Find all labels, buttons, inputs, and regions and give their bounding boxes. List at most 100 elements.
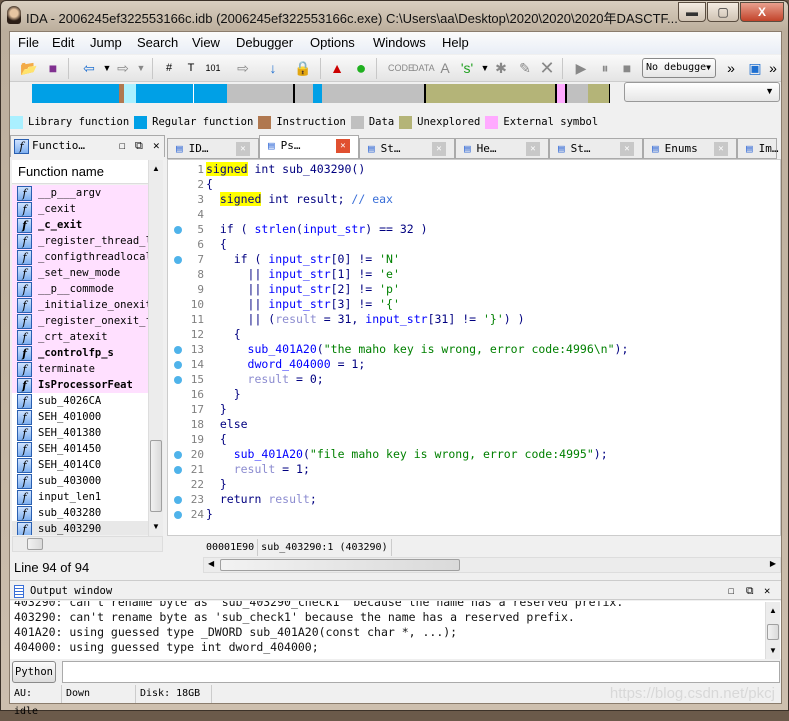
breakpoint-dot-icon[interactable] bbox=[174, 256, 182, 264]
function-list-item[interactable]: f _initialize_onexit bbox=[12, 297, 148, 313]
overflow-icon-2[interactable]: » bbox=[764, 59, 782, 77]
breakpoint-dot-icon[interactable] bbox=[174, 346, 182, 354]
undefine-icon[interactable]: ✱ bbox=[492, 59, 510, 77]
float-pane-icon[interactable]: ⧉ bbox=[135, 136, 143, 156]
function-list-item[interactable]: f sub_403280 bbox=[12, 505, 148, 521]
search-binary-icon[interactable]: 101 bbox=[204, 59, 222, 77]
navigation-band[interactable] bbox=[32, 84, 611, 103]
navigation-combo[interactable]: ▼ bbox=[624, 82, 780, 102]
tab-hex[interactable]: ▤ He… ✕ bbox=[455, 138, 549, 159]
maximize-button[interactable]: ▢ bbox=[707, 2, 739, 22]
scroll-down-icon[interactable]: ▼ bbox=[769, 646, 777, 655]
jump-down-icon[interactable]: ↓ bbox=[264, 59, 282, 77]
close-tab-icon[interactable]: ✕ bbox=[236, 142, 250, 156]
function-list-item[interactable]: f terminate bbox=[12, 361, 148, 377]
scroll-thumb[interactable] bbox=[150, 440, 162, 512]
scroll-left-icon[interactable]: ◀ bbox=[208, 559, 214, 568]
pseudocode-view[interactable]: 1 2 3 4 5 6 7 8 9 10 11 12 13 14 15 16 17 18 19 20 21 22 23 24 … bbox=[167, 159, 781, 536]
float-pane-icon[interactable]: ⧉ bbox=[746, 581, 754, 601]
tab-strings[interactable]: ▤ St… ✕ bbox=[359, 138, 455, 159]
search-next-icon[interactable]: ⇨ bbox=[234, 59, 252, 77]
close-tab-icon[interactable]: ✕ bbox=[336, 139, 350, 153]
forward-dropdown-icon[interactable]: ▼ bbox=[132, 59, 150, 77]
breakpoint-dot-icon[interactable] bbox=[174, 466, 182, 474]
function-list-item[interactable]: f SEH_401450 bbox=[12, 441, 148, 457]
search-address-icon[interactable]: # bbox=[160, 59, 178, 77]
maximize-pane-icon[interactable]: ☐ bbox=[728, 581, 734, 601]
minimize-button[interactable]: ▬ bbox=[678, 2, 706, 22]
tab-ida-view[interactable]: ▤ ID… ✕ bbox=[167, 138, 259, 159]
green-circle-icon[interactable]: ● bbox=[352, 59, 370, 77]
function-list-hscroll[interactable] bbox=[12, 536, 163, 552]
menu-debugger[interactable]: Debugger bbox=[236, 35, 293, 50]
hscroll-thumb[interactable] bbox=[27, 538, 43, 550]
scroll-down-icon[interactable]: ▼ bbox=[152, 522, 160, 531]
close-tab-icon[interactable]: ✕ bbox=[620, 142, 634, 156]
help-icon[interactable]: ▣ bbox=[746, 59, 764, 77]
tab-pseudocode[interactable]: ▤ Ps… ✕ bbox=[259, 135, 359, 159]
close-pane-icon[interactable]: ✕ bbox=[764, 581, 770, 601]
scroll-thumb[interactable] bbox=[767, 624, 779, 640]
scroll-right-icon[interactable]: ▶ bbox=[770, 559, 776, 568]
function-list-item[interactable]: f sub_403290 bbox=[12, 521, 148, 535]
close-pane-icon[interactable]: ✕ bbox=[153, 136, 160, 156]
tab-imports[interactable]: ▤ Im… bbox=[737, 138, 779, 159]
save-icon[interactable]: ■ bbox=[44, 59, 62, 77]
function-name-header[interactable]: Function name bbox=[12, 160, 148, 184]
maximize-pane-icon[interactable]: ☐ bbox=[119, 136, 126, 156]
python-button[interactable]: Python bbox=[12, 661, 56, 683]
function-list-item[interactable]: f _c_exit bbox=[12, 217, 148, 233]
warning-icon[interactable]: ▲ bbox=[328, 59, 346, 77]
menu-jump[interactable]: Jump bbox=[90, 35, 122, 50]
function-list-item[interactable]: f _configthreadlocal bbox=[12, 249, 148, 265]
breakpoint-dot-icon[interactable] bbox=[174, 451, 182, 459]
function-list-item[interactable]: f SEH_401380 bbox=[12, 425, 148, 441]
make-data-icon[interactable]: DATA bbox=[412, 59, 435, 77]
menu-view[interactable]: View bbox=[192, 35, 220, 50]
scroll-up-icon[interactable]: ▲ bbox=[769, 606, 777, 615]
close-tab-icon[interactable]: ✕ bbox=[432, 142, 446, 156]
menu-help[interactable]: Help bbox=[442, 35, 469, 50]
function-list-item[interactable]: f SEH_401000 bbox=[12, 409, 148, 425]
back-icon[interactable]: ⇦ bbox=[80, 59, 98, 77]
function-list-item[interactable]: f _crt_atexit bbox=[12, 329, 148, 345]
function-list-item[interactable]: f _set_new_mode bbox=[12, 265, 148, 281]
breakpoint-dot-icon[interactable] bbox=[174, 361, 182, 369]
forward-icon[interactable]: ⇨ bbox=[114, 59, 132, 77]
make-strings-icon[interactable]: 's' bbox=[458, 59, 476, 77]
python-command-input[interactable] bbox=[62, 661, 780, 683]
output-vscroll[interactable]: ▲ ▼ bbox=[765, 602, 780, 659]
function-list-item[interactable]: f __p___argv bbox=[12, 185, 148, 201]
function-list-item[interactable]: f __p__commode bbox=[12, 281, 148, 297]
function-list-item[interactable]: f _register_thread_l bbox=[12, 233, 148, 249]
stop-icon[interactable]: ■ bbox=[618, 59, 636, 77]
pseudocode-hscroll[interactable]: ◀ ▶ bbox=[203, 557, 781, 573]
close-tab-icon[interactable]: ✕ bbox=[714, 142, 728, 156]
functions-tab[interactable]: f Functio… ☐ ⧉ ✕ bbox=[10, 135, 165, 157]
scroll-up-icon[interactable]: ▲ bbox=[152, 164, 160, 173]
menu-edit[interactable]: Edit bbox=[52, 35, 74, 50]
lock-icon[interactable]: 🔒 bbox=[294, 59, 312, 77]
function-list-item[interactable]: f _cexit bbox=[12, 201, 148, 217]
function-list-item[interactable]: f _register_onexit_f bbox=[12, 313, 148, 329]
start-debug-icon[interactable]: ▶ bbox=[572, 59, 590, 77]
breakpoint-dot-icon[interactable] bbox=[174, 226, 182, 234]
close-tab-icon[interactable]: ✕ bbox=[526, 142, 540, 156]
function-list-item[interactable]: f sub_4026CA bbox=[12, 393, 148, 409]
function-list-item[interactable]: f input_len1 bbox=[12, 489, 148, 505]
function-list-item[interactable]: f SEH_4014C0 bbox=[12, 457, 148, 473]
search-text-icon[interactable]: T bbox=[182, 59, 200, 77]
close-button[interactable]: X bbox=[740, 2, 784, 22]
function-list-item[interactable]: f sub_403000 bbox=[12, 473, 148, 489]
hscroll-thumb[interactable] bbox=[220, 559, 460, 571]
function-list-item[interactable]: f IsProcessorFeat bbox=[12, 377, 148, 393]
rename-icon[interactable]: ✎ bbox=[516, 59, 534, 77]
debugger-select[interactable]: No debugge ▼ bbox=[642, 58, 716, 78]
open-icon[interactable]: 📂 bbox=[20, 59, 38, 77]
make-ascii-icon[interactable]: A bbox=[436, 59, 454, 77]
menu-file[interactable]: File bbox=[18, 35, 39, 50]
menu-search[interactable]: Search bbox=[137, 35, 178, 50]
pause-icon[interactable]: ⏸ bbox=[596, 59, 614, 77]
breakpoint-dot-icon[interactable] bbox=[174, 376, 182, 384]
menu-windows[interactable]: Windows bbox=[373, 35, 426, 50]
